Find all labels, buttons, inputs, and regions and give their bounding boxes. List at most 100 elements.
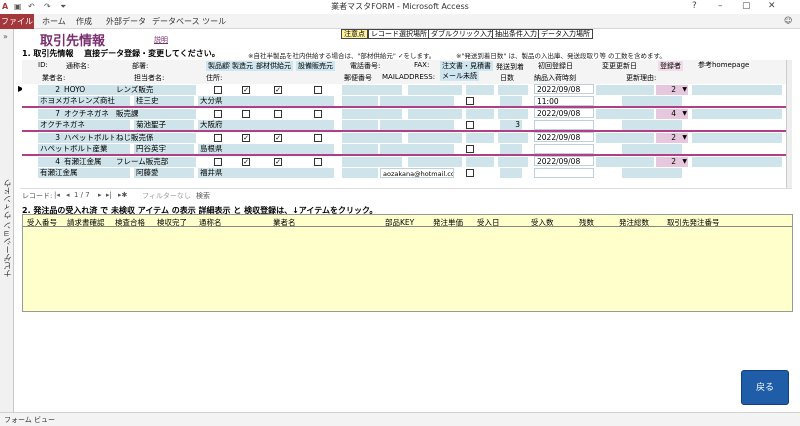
maker-checkbox[interactable]: ✓ [242, 86, 250, 94]
record-row[interactable]: 4 有瀬江金属 フレーム販売部 ✓ ✓ 2022/09/08 2 ▼ 有瀬江金属 … [22, 156, 792, 186]
zip-field[interactable] [342, 96, 378, 106]
changed-date-field[interactable] [596, 85, 654, 95]
customer-checkbox[interactable] [214, 110, 222, 118]
record-select-button[interactable]: レコード選択場所 [368, 29, 430, 39]
email-unread-checkbox[interactable] [466, 145, 474, 153]
email-unread-checkbox[interactable] [466, 169, 474, 177]
expand-icon[interactable]: » [3, 32, 8, 41]
first-date-field[interactable]: 2022/09/08 [534, 108, 594, 118]
company-field[interactable]: 有瀬江金属 [38, 168, 130, 178]
first-date-field[interactable]: 2022/09/08 [534, 132, 594, 142]
reason-field[interactable] [622, 96, 682, 106]
first-date-field[interactable]: 2022/09/08 [534, 156, 594, 166]
order-field[interactable] [466, 109, 494, 119]
tab-file[interactable]: ファイル [0, 14, 34, 29]
homepage-field[interactable] [692, 85, 782, 95]
address-field[interactable]: 島根県 [198, 144, 334, 154]
homepage-field[interactable] [692, 133, 782, 143]
last-record-button[interactable]: ▸| [106, 191, 112, 199]
mail-field[interactable] [380, 144, 454, 154]
homepage-field[interactable] [692, 157, 782, 167]
registrant-combo[interactable]: 2 ▼ [656, 157, 688, 167]
new-record-button[interactable]: ▸✱ [118, 191, 127, 199]
dept-field[interactable]: 販売課 [114, 109, 196, 119]
record-position[interactable]: 1 / 7 [74, 191, 90, 199]
navigation-pane[interactable]: » ナビゲーション ウィンドウ [0, 29, 14, 412]
vendor-name-field[interactable]: HOYO [62, 85, 114, 95]
vendor-name-field[interactable]: 有瀬江金属 [62, 157, 114, 167]
vendor-name-field[interactable]: ハペットボルト [62, 133, 114, 143]
customer-checkbox[interactable] [214, 134, 222, 142]
filter-input-button[interactable]: 抽出条件入力 [492, 29, 540, 39]
filter-status[interactable]: フィルターなし [142, 191, 191, 201]
received-items-subform[interactable]: 受入番号 請求書確認 検査合格 検収完了 通称名 業者名 部品KEY 発注単価 … [22, 214, 793, 312]
registrant-combo[interactable]: 2 ▼ [656, 85, 688, 95]
record-row[interactable]: 2 HOYO レンズ販売 ✓ ✓ 2022/09/08 2 ▼ ホヨメガネレンズ商… [22, 84, 792, 108]
mail-field[interactable] [380, 120, 454, 130]
ship-time-field[interactable] [534, 144, 594, 154]
records-scrollbar[interactable] [786, 60, 792, 188]
zip-field[interactable] [342, 144, 378, 154]
tab-create[interactable]: 作成 [76, 16, 92, 27]
registrant-combo[interactable]: 4 ▼ [656, 109, 688, 119]
days-field[interactable]: 3 [500, 120, 522, 130]
help-icon[interactable]: ? [692, 1, 697, 11]
days-field[interactable] [500, 144, 522, 154]
email-unread-checkbox[interactable] [466, 121, 474, 129]
vendor-name-field[interactable]: オクチネガネ [62, 109, 114, 119]
order-field[interactable] [466, 133, 494, 143]
notes-button[interactable]: 注意点 [341, 29, 368, 39]
next-record-button[interactable]: ▸ [98, 191, 102, 199]
dept-field[interactable]: レンズ販売 [114, 85, 196, 95]
days-field[interactable] [500, 168, 522, 178]
id-field[interactable]: 7 [38, 109, 62, 119]
reason-field[interactable] [622, 120, 682, 130]
equipment-checkbox[interactable] [314, 86, 322, 94]
phone-field[interactable] [342, 133, 402, 143]
phone-field[interactable] [342, 85, 402, 95]
id-field[interactable]: 2 [38, 85, 62, 95]
phone-field[interactable] [342, 157, 402, 167]
supplier-checkbox[interactable]: ✓ [274, 86, 282, 94]
days-field[interactable] [500, 96, 522, 106]
equipment-checkbox[interactable] [314, 158, 322, 166]
address-field[interactable]: 大分県 [198, 96, 334, 106]
maximize-button[interactable]: ▢ [742, 1, 751, 11]
ship-days-field[interactable] [498, 157, 528, 167]
supplier-checkbox[interactable] [274, 110, 282, 118]
changed-date-field[interactable] [596, 109, 654, 119]
ship-days-field[interactable] [498, 109, 528, 119]
email-unread-checkbox[interactable] [466, 97, 474, 105]
chevron-down-icon[interactable]: ▼ [682, 157, 687, 167]
homepage-field[interactable] [692, 109, 782, 119]
ship-days-field[interactable] [498, 85, 528, 95]
fax-field[interactable] [408, 109, 462, 119]
search-input[interactable]: 検索 [196, 191, 210, 201]
registrant-combo[interactable]: 2 ▼ [656, 133, 688, 143]
ship-time-field[interactable] [534, 168, 594, 178]
fax-field[interactable] [408, 85, 462, 95]
mail-field[interactable]: aozakana@hotmail.co. [380, 168, 454, 178]
back-button[interactable]: 戻る [741, 370, 789, 405]
customer-checkbox[interactable] [214, 86, 222, 94]
dept-field[interactable]: フレーム販売部 [114, 157, 196, 167]
company-field[interactable]: ハペットボルト産業 [38, 144, 130, 154]
chevron-down-icon[interactable]: ▼ [682, 85, 687, 95]
chevron-down-icon[interactable]: ▼ [682, 109, 687, 119]
tab-external-data[interactable]: 外部データ [106, 16, 146, 27]
record-row[interactable]: 7 オクチネガネ 販売課 2022/09/08 4 ▼ オクチネガネ 菊池聖子 大… [22, 108, 792, 132]
address-field[interactable]: 大阪府 [198, 120, 334, 130]
person-field[interactable]: 菊池聖子 [134, 120, 194, 130]
close-button[interactable]: ✕ [768, 1, 776, 11]
order-field[interactable] [466, 85, 494, 95]
order-field[interactable] [466, 157, 494, 167]
ship-time-field[interactable]: 11:00 [534, 96, 594, 106]
company-field[interactable]: ホヨメガネレンズ商社 [38, 96, 130, 106]
first-date-field[interactable]: 2022/09/08 [534, 84, 594, 94]
maker-checkbox[interactable]: ✓ [242, 158, 250, 166]
phone-field[interactable] [342, 109, 402, 119]
zip-field[interactable] [342, 168, 378, 178]
supplier-checkbox[interactable]: ✓ [274, 158, 282, 166]
maker-checkbox[interactable] [242, 110, 250, 118]
dept-field[interactable]: ねじ販売係 [114, 133, 196, 143]
